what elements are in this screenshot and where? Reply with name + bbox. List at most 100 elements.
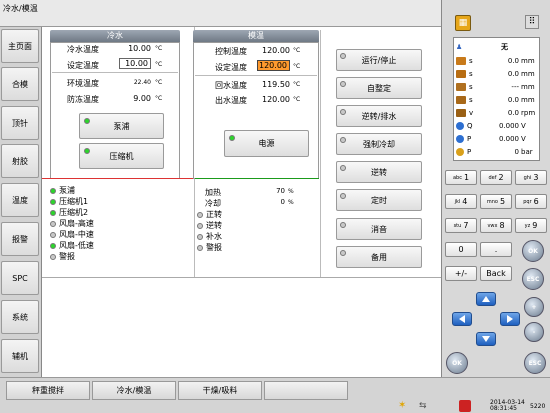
reverse-button[interactable]: 逆转	[336, 161, 422, 183]
tab-empty[interactable]	[264, 381, 348, 400]
button-label: 运行/停止	[361, 55, 397, 65]
nav-clamp[interactable]: 合模	[1, 67, 39, 101]
force-cool-button[interactable]: 强制冷却	[336, 133, 422, 155]
key-6[interactable]: pqr 6	[515, 194, 547, 209]
outlet-temp-label: 出水温度	[215, 96, 247, 105]
cold-set-temp-input[interactable]: 10.00	[119, 58, 151, 69]
key-plusminus[interactable]: +/-	[445, 266, 477, 281]
warning-icon: ✶	[398, 400, 407, 411]
key-letters: stu	[453, 222, 462, 229]
button-label: 消音	[371, 224, 387, 234]
timer-button[interactable]: 定时	[336, 189, 422, 211]
status-label: 警报	[206, 243, 222, 252]
button-led	[340, 250, 346, 256]
key-7[interactable]: stu 7	[445, 218, 477, 233]
button-label: 强制冷却	[363, 139, 395, 149]
gauge-icon	[456, 147, 464, 156]
screw-icon	[456, 95, 466, 104]
status-row: s 0.0 mm	[456, 68, 539, 79]
esc-button[interactable]: ESC	[524, 352, 546, 374]
minus-button[interactable]: -	[524, 322, 544, 342]
mold-set-temp-input[interactable]: 120.00	[257, 60, 290, 71]
key-digit: 2	[498, 173, 504, 182]
cold-water-temp-unit: °C	[155, 45, 163, 52]
key-letters: mno	[486, 198, 498, 205]
compressor-button[interactable]: 压缩机	[79, 143, 164, 169]
status-led-off	[197, 211, 203, 218]
tab-dryer-loader[interactable]: 干燥/吸料	[178, 381, 262, 400]
key-0[interactable]: 0	[445, 242, 477, 257]
nav-alarm[interactable]: 报警	[1, 222, 39, 256]
status-row: v 0.0 rpm	[456, 107, 539, 118]
key-2[interactable]: def 2	[480, 170, 512, 185]
status-row: s 0.0 mm	[456, 94, 539, 105]
key-4[interactable]: jkl 4	[445, 194, 477, 209]
nav-spc[interactable]: SPC	[1, 261, 39, 295]
user-icon: ♟	[456, 42, 463, 51]
tab-chiller-mold[interactable]: 冷水/模温	[92, 381, 176, 400]
key-5[interactable]: mno 5	[480, 194, 512, 209]
run-stop-button[interactable]: 运行/停止	[336, 49, 422, 71]
nav-aux[interactable]: 辅机	[1, 339, 39, 373]
button-led	[340, 222, 346, 228]
key-back[interactable]: Back	[480, 266, 512, 281]
arrow-left-button[interactable]	[452, 312, 472, 326]
row-label: s	[469, 82, 473, 91]
key-letters: vwx	[487, 222, 498, 229]
dots-icon[interactable]: ⠿	[525, 15, 539, 29]
status-forward: 正转	[197, 209, 222, 220]
key-8[interactable]: vwx 8	[480, 218, 512, 233]
spare-button[interactable]: 备用	[336, 246, 422, 268]
nav-main[interactable]: 主页面	[1, 29, 39, 63]
esc-button-top[interactable]: ESC	[522, 268, 544, 290]
cool-label: 冷却	[205, 199, 221, 208]
key-9[interactable]: yz 9	[515, 218, 547, 233]
window-title: 冷水/模温	[0, 0, 441, 27]
button-label: 备用	[371, 252, 387, 262]
minus-label: -	[532, 328, 536, 336]
arrow-up-button[interactable]	[476, 292, 496, 306]
row-label: v	[469, 108, 474, 117]
status-label: 压缩机2	[59, 208, 89, 217]
row-unit: mm	[521, 82, 535, 91]
mode-value: 无	[501, 42, 508, 51]
tab-weigh-mix[interactable]: 秤重搅拌	[6, 381, 90, 400]
cold-water-temp-label: 冷水温度	[67, 45, 99, 54]
mute-button[interactable]: 消音	[336, 218, 422, 240]
key-dot[interactable]: .	[480, 242, 512, 257]
plus-button[interactable]: +	[524, 297, 544, 317]
key-1[interactable]: abc 1	[445, 170, 477, 185]
ok-button-top[interactable]: OK	[522, 240, 544, 262]
arrow-right-icon	[507, 315, 513, 323]
main-content: 冷水 冷水温度 10.00 °C 设定温度 10.00 °C 环境温度 22.4…	[41, 27, 442, 377]
autotune-button[interactable]: 自整定	[336, 77, 422, 99]
button-label: 定时	[371, 195, 387, 205]
ok-button[interactable]: OK	[446, 352, 468, 374]
row-value: 0.000	[498, 134, 519, 143]
arrow-right-button[interactable]	[500, 312, 520, 326]
status-led-off	[50, 220, 56, 227]
key-digit: 5	[500, 197, 506, 206]
power-button[interactable]: 电源	[224, 130, 309, 157]
row-value: 0.0	[507, 56, 519, 65]
cool-unit: %	[288, 199, 294, 206]
button-led	[340, 53, 346, 59]
heat-label: 加热	[205, 188, 221, 197]
nav-ejector[interactable]: 顶针	[1, 106, 39, 140]
nav-inject[interactable]: 射胶	[1, 144, 39, 178]
key-letters: def	[488, 174, 497, 181]
arrow-down-button[interactable]	[476, 332, 496, 346]
key-3[interactable]: ghi 3	[515, 170, 547, 185]
status-led-on	[50, 242, 56, 249]
nav-temp[interactable]: 温度	[1, 183, 39, 217]
row-unit: mm	[521, 95, 535, 104]
compressor-button-label: 压缩机	[109, 151, 134, 161]
nav-system[interactable]: 系统	[1, 300, 39, 334]
time-label: 08:31:45	[490, 405, 517, 412]
outlet-temp-value: 120.00	[262, 95, 290, 104]
status-label: 逆转	[206, 221, 222, 230]
power-led	[229, 135, 235, 141]
control-temp-label: 控制温度	[215, 47, 247, 56]
pump-button[interactable]: 泵浦	[79, 113, 164, 139]
reverse-drain-button[interactable]: 逆转/排水	[336, 105, 422, 127]
